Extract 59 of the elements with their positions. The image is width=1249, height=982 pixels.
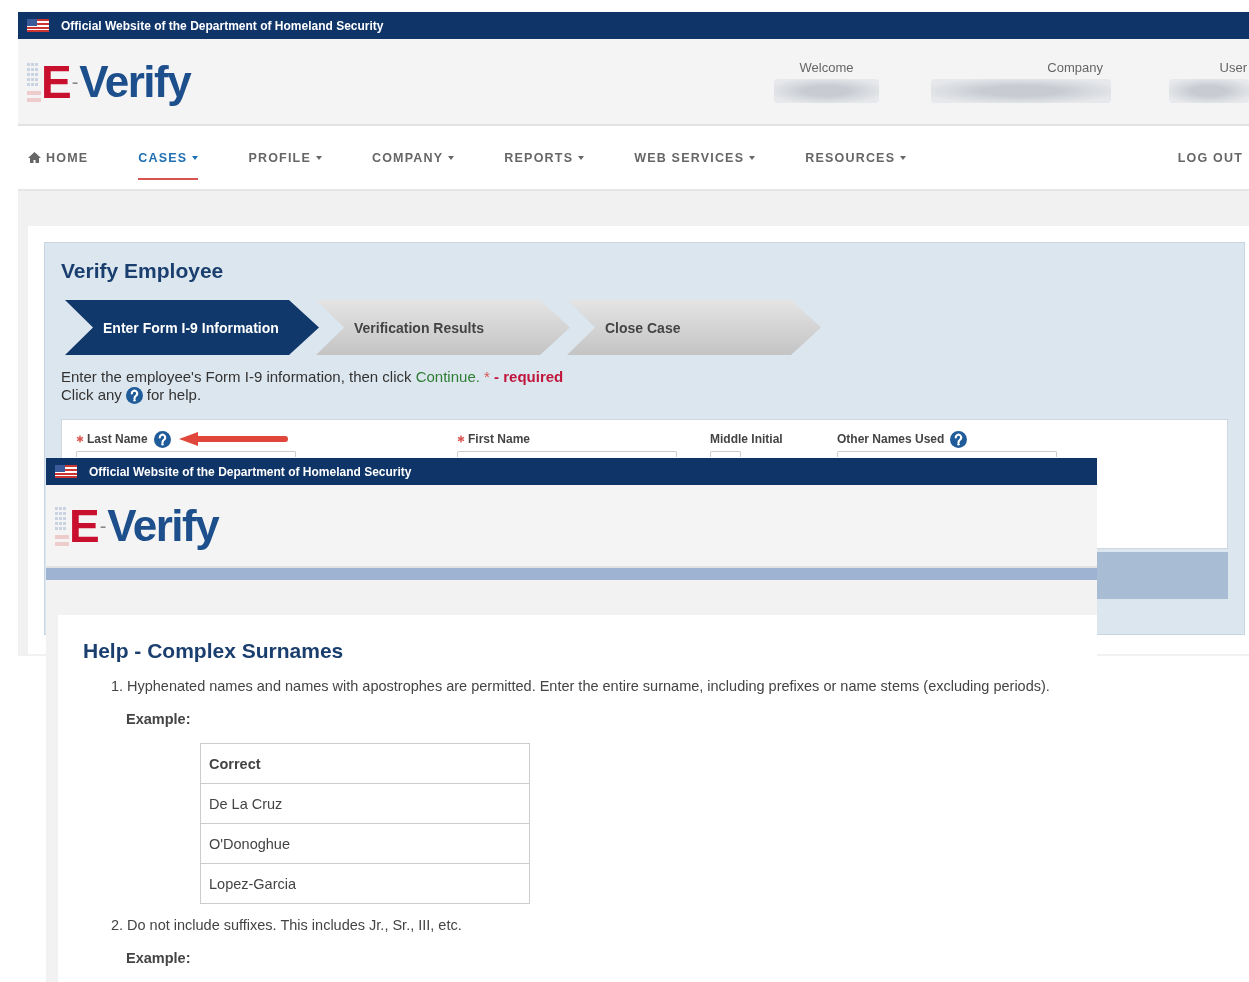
field-label: Last Name <box>87 432 148 446</box>
help-icon[interactable] <box>153 430 171 448</box>
user-info-label: User <box>1218 60 1248 75</box>
nav-menu-item[interactable]: RESOURCES <box>805 135 907 180</box>
list-number: 1. <box>109 677 123 695</box>
text-input[interactable] <box>457 451 677 457</box>
text-input[interactable] <box>76 451 296 457</box>
logo-wordmark: Verify <box>107 503 219 548</box>
nav-home-link[interactable]: HOME <box>28 135 89 180</box>
flag-grid-icon <box>27 60 41 103</box>
nav-menu-item[interactable]: PROFILE <box>248 135 322 180</box>
logo-letter: E <box>41 58 71 105</box>
field-label: First Name <box>468 432 531 446</box>
help-paragraph: Do not include suffixes. This includes Jr., Sr., III, etc. <box>127 916 462 934</box>
caret-icon <box>448 155 455 160</box>
help-paragraph: Hyphenated names and names with apostrophes are permitted. Enter the entire surname, including prefixes or name stems (excluding periods). <box>127 677 1050 695</box>
flag-icon <box>27 19 49 32</box>
nav-logout-link[interactable]: LOG OUT <box>1177 135 1243 180</box>
text-input[interactable] <box>710 451 741 457</box>
home-icon <box>28 152 41 163</box>
instruction-text: Enter the employee's Form I-9 information, then click Continue. * - required <box>61 368 565 386</box>
table-cell: Lopez-Garcia <box>200 863 530 904</box>
caret-icon <box>749 155 756 160</box>
table-cell: De La Cruz <box>200 783 530 824</box>
help-icon[interactable] <box>950 430 968 448</box>
nav-menu-item[interactable]: WEB SERVICES <box>634 135 756 180</box>
table-cell: O'Donoghue <box>200 823 530 864</box>
field-label: Middle Initial <box>710 432 783 446</box>
table-header-cell: Correct <box>200 743 530 784</box>
banner-text: Official Website of the Department of Homeland Security <box>89 464 412 479</box>
logo-dash: - <box>71 71 79 92</box>
banner-text: Official Website of the Department of Homeland Security <box>61 18 384 33</box>
field-label: Other Names Used <box>837 432 945 446</box>
caret-icon <box>578 155 585 160</box>
caret-icon <box>315 155 322 160</box>
caret-icon <box>900 155 907 160</box>
progress-step: Verification Results <box>316 300 570 355</box>
logo-dash: - <box>99 515 107 536</box>
nav-menu-item[interactable]: CASES <box>138 135 199 180</box>
nav-menu-item[interactable]: REPORTS <box>504 135 585 180</box>
progress-step: Enter Form I-9 Information <box>65 300 319 355</box>
nav-menu-item[interactable]: COMPANY <box>371 135 455 180</box>
page-title: Verify Employee <box>61 259 225 283</box>
example-label: Example: <box>126 950 192 966</box>
user-info-label: Company <box>1046 60 1104 75</box>
caret-icon <box>192 155 199 160</box>
progress-step: Close Case <box>567 300 821 355</box>
example-label: Example: <box>126 711 192 727</box>
flag-icon <box>55 465 77 478</box>
help-icon[interactable] <box>125 386 143 404</box>
help-hint-text: Click any <box>61 386 122 404</box>
text-input[interactable] <box>837 451 1057 457</box>
logo-wordmark: Verify <box>79 59 191 104</box>
help-title: Help - Complex Surnames <box>83 639 345 663</box>
logo-letter: E <box>69 502 99 549</box>
list-number: 2. <box>109 916 123 934</box>
help-hint-text: for help. <box>146 386 202 404</box>
user-info-label: Welcome <box>798 60 855 75</box>
flag-grid-icon <box>55 504 69 547</box>
